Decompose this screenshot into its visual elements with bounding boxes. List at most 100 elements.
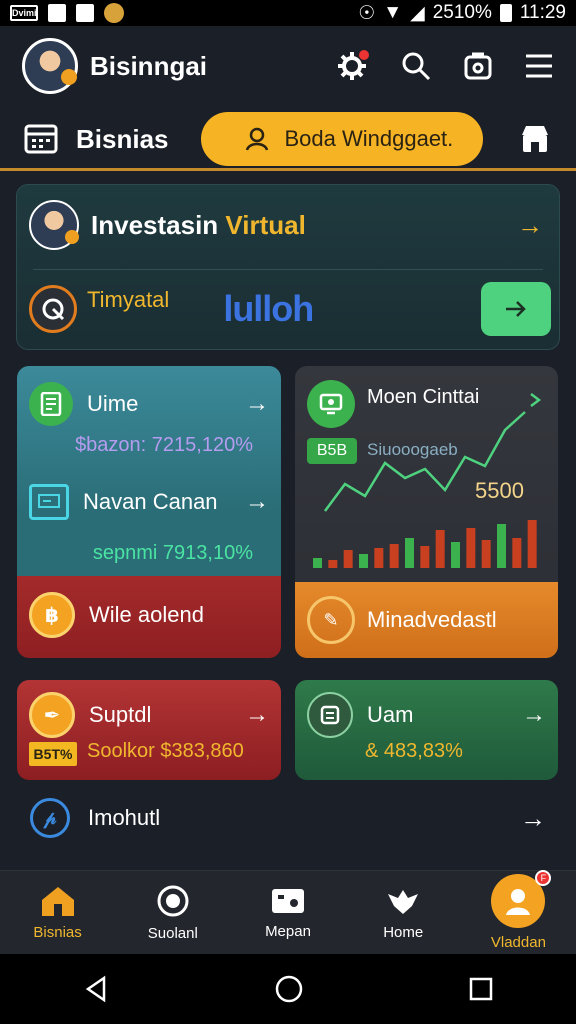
chart-bar — [451, 542, 460, 568]
red-row[interactable]: ✒ Suptdl → — [29, 692, 269, 738]
nav-label-3: Mepan — [265, 923, 311, 940]
nav-label-1: Bisnias — [33, 924, 82, 941]
investment-card[interactable]: Investasin Virtual → Timyatal lulloh — [16, 184, 560, 350]
search-pill-button[interactable]: Boda Windggaet. — [200, 112, 483, 166]
back-icon[interactable] — [82, 975, 110, 1003]
receipt-icon — [307, 692, 353, 738]
profile-ring-icon: 𝓅 — [30, 798, 70, 838]
list-row-label: Imohutl — [88, 805, 161, 830]
teal-footer-label: Wile aolend — [89, 602, 204, 627]
investment-highlight: lulloh — [223, 288, 314, 329]
nav-mepan[interactable]: Mepan — [230, 871, 345, 954]
app-title: Bisinngai — [90, 50, 208, 81]
chart-bar — [420, 546, 430, 568]
notification-badge: F — [535, 870, 552, 886]
monitor-icon — [29, 484, 69, 520]
chart-footer-label: Minadvedastl — [367, 607, 497, 632]
status-app-icon — [48, 4, 66, 22]
teal-tile[interactable]: Uime → $bazon: 7215,120% Navan Canan → s… — [17, 366, 281, 658]
coin-icon: ฿ — [29, 592, 75, 638]
signal-icon: ◢ — [410, 2, 425, 24]
sub-header: Bisnias Boda Windggaet. — [0, 110, 576, 168]
bluetooth-icon: ☉ — [358, 2, 376, 24]
bird-icon — [388, 890, 419, 914]
nav-label-5: Vladdan — [490, 934, 546, 951]
top-header: Bisinngai — [0, 34, 576, 98]
arrow-right-icon[interactable]: → — [522, 701, 546, 729]
settings-gear-icon[interactable] — [334, 48, 370, 84]
menu-icon[interactable] — [524, 53, 554, 79]
chart-arrow — [530, 393, 542, 407]
calendar-icon — [24, 124, 58, 154]
store-icon[interactable] — [518, 123, 552, 155]
investment-title-main: Investasin — [91, 209, 219, 240]
chart-bar — [313, 558, 322, 568]
chart-bar — [512, 538, 522, 568]
nav-label-2: Suolanl — [147, 925, 198, 942]
nav-suolanl[interactable]: Suolanl — [115, 871, 230, 954]
green-stat: & 483,83% — [365, 740, 463, 762]
chart-tile[interactable]: Moen Cinttai B5B Siuooogaeb 5500 ✎ Minad… — [295, 366, 558, 658]
arrow-right-icon[interactable]: → — [517, 210, 543, 241]
nav-home[interactable]: Home — [346, 871, 461, 954]
status-bar: Dvimi ☉ ▼ ◢ 2510% 11:29 — [0, 0, 576, 26]
investment-divider — [33, 269, 543, 270]
teal-row-2-stat: sepnmi 7913,10% — [92, 542, 253, 564]
edit-icon: ✒ — [29, 692, 75, 738]
chart-big-value: 5500 — [475, 478, 524, 503]
teal-row-2[interactable]: Navan Canan → — [29, 484, 269, 520]
battery-icon — [499, 4, 512, 22]
teal-row-1-label: Uime — [87, 391, 139, 416]
investment-avatar — [29, 200, 79, 250]
home-button-icon[interactable] — [274, 974, 304, 1004]
status-box-label: Dvimi — [10, 5, 38, 21]
system-nav — [0, 954, 576, 1024]
chart-bar — [389, 544, 399, 568]
user-icon — [245, 127, 269, 151]
arrow-right-icon[interactable]: → — [245, 701, 269, 729]
wallet-nav-icon — [272, 889, 304, 913]
mini-chart: 5500 — [313, 393, 542, 568]
coin-cycle-icon — [157, 885, 189, 917]
teal-row-1-stat: $bazon: 7215,120% — [75, 434, 253, 456]
header-divider — [0, 168, 576, 171]
green-row[interactable]: Uam → — [307, 692, 546, 738]
teal-footer[interactable]: ฿ Wile aolend — [29, 592, 269, 638]
green-label: Uam — [367, 702, 414, 727]
nav-label-4: Home — [383, 924, 424, 941]
investment-title: Investasin Virtual — [91, 210, 306, 241]
chart-bar — [374, 548, 384, 568]
home-icon — [41, 887, 74, 916]
chart-bar — [405, 538, 414, 568]
nav-bisnias[interactable]: Bisnias — [0, 871, 115, 954]
section-title: Bisnias — [76, 123, 169, 154]
wallet-icon[interactable] — [462, 50, 494, 82]
list-row[interactable]: 𝓅 Imohutl → — [0, 790, 576, 846]
investment-go-button[interactable] — [481, 282, 551, 336]
chart-footer[interactable]: ✎ Minadvedastl — [295, 582, 558, 658]
target-icon — [29, 285, 77, 333]
search-icon[interactable] — [400, 50, 432, 82]
status-time: 11:29 — [519, 2, 566, 23]
arrow-right-icon[interactable]: → — [520, 803, 546, 834]
teal-row-1[interactable]: Uime → — [29, 382, 269, 426]
status-coin-icon — [104, 3, 124, 23]
document-icon — [29, 382, 73, 426]
red-tag: B5T% — [29, 742, 77, 766]
investment-sub-label: Timyatal — [87, 287, 170, 312]
red-tile[interactable]: ✒ Suptdl → B5T% Soolkor $383,860 — [17, 680, 281, 780]
status-app-icon-2 — [76, 4, 94, 22]
chart-bar — [527, 520, 537, 568]
nav-vladdan[interactable]: F Vladdan — [461, 870, 576, 954]
chart-bar — [435, 530, 445, 568]
arrow-right-icon[interactable]: → — [245, 390, 269, 418]
arrow-right-icon[interactable]: → — [245, 488, 269, 516]
teal-row-2-label: Navan Canan — [83, 489, 218, 514]
profile-nav-avatar: F — [491, 870, 552, 928]
bottom-nav: Bisnias Suolanl Mepan Home F Vladdan — [0, 870, 576, 954]
red-stat: Soolkor $383,860 — [87, 740, 244, 762]
profile-avatar[interactable] — [22, 38, 78, 94]
recents-icon[interactable] — [468, 976, 494, 1002]
green-tile[interactable]: Uam → & 483,83% — [295, 680, 558, 780]
chart-bar — [343, 550, 353, 568]
